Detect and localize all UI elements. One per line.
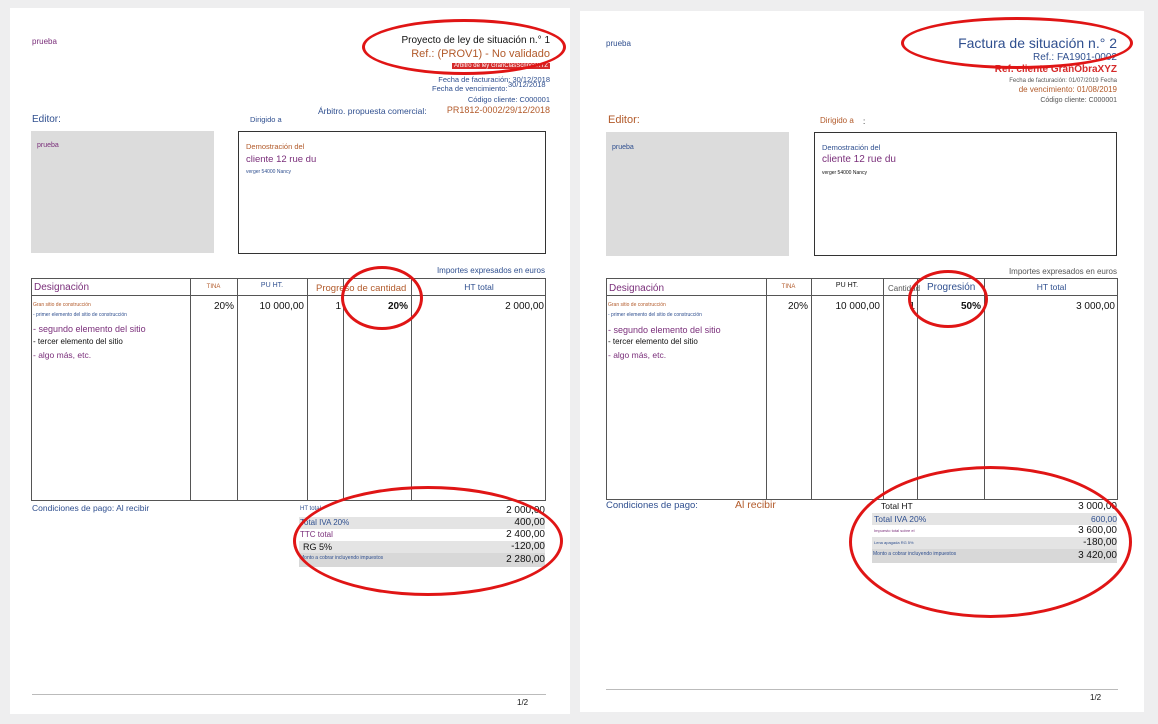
annotation-ellipse-title: [901, 17, 1133, 69]
client-code: Código cliente: C000001: [467, 95, 550, 104]
recipient-box: Demostración del cliente 12 rue du verge…: [814, 132, 1117, 256]
due-date-value: 30/12/2018: [508, 80, 546, 89]
row-unit-price: 10 000,00: [835, 301, 881, 312]
amounts-note: Importes expresados en euros: [436, 266, 545, 275]
page-number: 1/2: [1090, 693, 1102, 702]
proposal-label: Árbitro. propuesta comercial:: [318, 106, 427, 116]
due-date-label: Fecha de vencimiento:: [432, 84, 508, 93]
payment-terms-label: Condiciones de pago:: [606, 500, 698, 511]
amounts-note: Importes expresados en euros: [1008, 267, 1117, 276]
lines-table: Designación TINA PU HT. Progreso de cant…: [31, 278, 546, 501]
sender-box: prueba: [31, 131, 214, 253]
col-total: HT total: [1036, 282, 1067, 292]
proposal-ref: PR1812-0002/29/12/2018: [446, 105, 550, 115]
col-designation: Designación: [34, 282, 90, 293]
recipient-line2: cliente 12 rue du: [822, 154, 896, 165]
row-unit-price: 10 000,00: [259, 301, 305, 312]
row-total: 2 000,00: [505, 301, 544, 312]
annotation-ellipse-totals: [849, 466, 1132, 618]
addressed-label: Dirigido a: [820, 116, 854, 125]
row-qty: 1: [335, 301, 341, 312]
recipient-line3: verger 54000 Nancy: [246, 169, 292, 175]
line-sub4: - algo más, etc.: [33, 350, 92, 360]
line-main: Gran sitio de construcción: [608, 302, 666, 308]
client-code: Código cliente: C000001: [1040, 97, 1117, 104]
line-sub4: - algo más, etc.: [608, 350, 667, 360]
recipient-line2: cliente 12 rue du: [246, 154, 317, 165]
row-total: 3 000,00: [1076, 301, 1115, 312]
lines-table: Designación TINA PU HT. Cantidad Progres…: [606, 278, 1118, 500]
col-designation: Designación: [609, 283, 665, 294]
annotation-ellipse-totals: [293, 486, 563, 596]
due-date: de vencimiento: 01/08/2019: [1018, 85, 1117, 94]
invoice-date: Fecha de facturación: 01/07/2019 Fecha: [1009, 78, 1117, 84]
line-sub1: - primer elemento del sitio de construcc…: [33, 312, 127, 318]
annotation-ellipse-progress: [341, 266, 423, 330]
recipient-line3: verger 54000 Nancy: [822, 170, 868, 176]
payment-terms-value: Al recibir: [735, 499, 776, 511]
right-invoice-page: prueba Factura de situación n.° 2 Ref.: …: [580, 11, 1144, 712]
sender-name: prueba: [612, 144, 634, 151]
company-name: prueba: [32, 37, 57, 46]
sender-box: prueba: [606, 132, 789, 256]
addressed-colon: :: [863, 117, 866, 126]
annotation-ellipse-title: [362, 19, 566, 75]
recipient-box: Demostración del cliente 12 rue du verge…: [238, 131, 546, 254]
line-sub2: - segundo elemento del sitio: [33, 324, 146, 334]
col-tax: TINA: [781, 284, 796, 290]
recipient-line1: Demostración del: [246, 142, 305, 151]
line-sub3: - tercer elemento del sitio: [33, 337, 123, 346]
recipient-line1: Demostración del: [822, 143, 881, 152]
row-tax: 20%: [213, 301, 234, 312]
row-tax: 20%: [787, 301, 808, 312]
annotation-ellipse-progress: [908, 270, 988, 328]
footer-rule: [32, 694, 546, 695]
col-tax: TINA: [206, 284, 221, 290]
line-sub3: - tercer elemento del sitio: [608, 337, 698, 346]
payment-terms: Condiciones de pago: Al recibir: [32, 503, 150, 513]
editor-label: Editor:: [608, 114, 640, 126]
left-invoice-page: prueba Proyecto de ley de situación n.° …: [10, 8, 570, 714]
editor-label: Editor:: [32, 114, 61, 125]
addressed-label: Dirigido a: [250, 115, 282, 124]
col-total: HT total: [464, 282, 494, 292]
line-main: Gran sitio de construcción: [33, 302, 91, 308]
col-unit-price: PU HT.: [835, 282, 859, 289]
sender-name: prueba: [37, 142, 59, 149]
line-sub2: - segundo elemento del sitio: [608, 325, 721, 335]
line-sub1: - primer elemento del sitio de construcc…: [608, 312, 702, 318]
page-number: 1/2: [517, 698, 529, 707]
company-name: prueba: [606, 39, 631, 48]
footer-rule: [606, 689, 1118, 690]
col-unit-price: PU HT.: [260, 282, 284, 289]
